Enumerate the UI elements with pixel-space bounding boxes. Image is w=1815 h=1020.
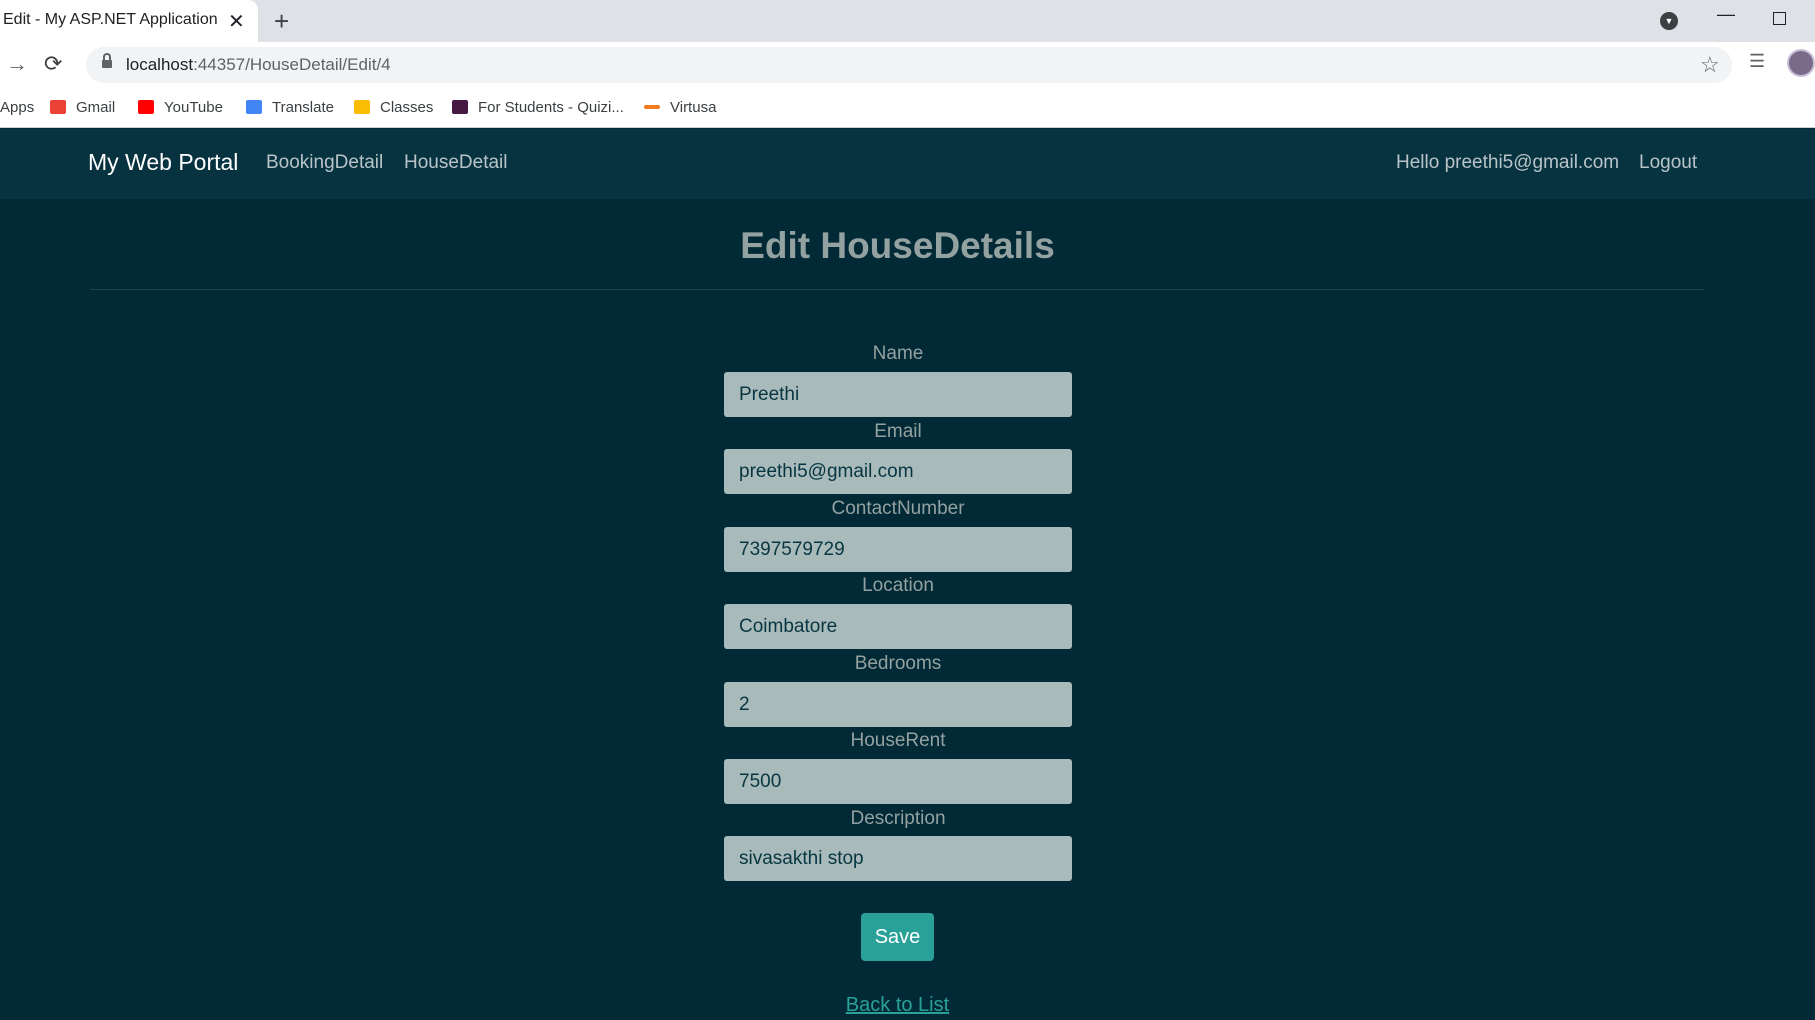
back-to-list-link[interactable]: Back to List bbox=[0, 994, 1795, 1017]
bookmark-virtusa[interactable]: Virtusa bbox=[644, 96, 716, 118]
bookmark-label: For Students - Quizi... bbox=[478, 98, 624, 116]
bookmark-quizizz[interactable]: For Students - Quizi... bbox=[452, 96, 624, 118]
bookmark-translate[interactable]: Translate bbox=[246, 96, 334, 118]
lock-icon bbox=[102, 53, 112, 70]
youtube-icon bbox=[138, 100, 154, 114]
nav-link-bookingdetail[interactable]: BookingDetail bbox=[266, 152, 383, 174]
name-label: Name bbox=[872, 343, 924, 364]
bookmark-star-icon[interactable]: ☆ bbox=[1700, 52, 1720, 78]
restore-icon[interactable] bbox=[1773, 12, 1786, 25]
reload-icon[interactable]: ⟳ bbox=[44, 51, 62, 77]
description-label: Description bbox=[850, 808, 946, 829]
classes-icon bbox=[354, 100, 370, 114]
bedrooms-label: Bedrooms bbox=[854, 653, 942, 674]
url-text: localhost:44357/HouseDetail/Edit/4 bbox=[126, 55, 391, 75]
site-navbar: My Web Portal BookingDetail HouseDetail … bbox=[0, 129, 1815, 199]
houserent-input[interactable] bbox=[724, 759, 1072, 804]
address-bar[interactable]: localhost:44357/HouseDetail/Edit/4 ☆ bbox=[86, 47, 1732, 83]
browser-tab[interactable]: Edit - My ASP.NET Application ✕ bbox=[0, 0, 258, 42]
new-tab-icon[interactable]: + bbox=[274, 6, 289, 37]
bookmark-apps[interactable]: Apps bbox=[0, 96, 34, 118]
divider bbox=[90, 289, 1704, 290]
email-input[interactable] bbox=[724, 449, 1072, 494]
description-input[interactable] bbox=[724, 836, 1072, 881]
minimize-icon[interactable]: — bbox=[1717, 4, 1735, 25]
bookmark-label: Apps bbox=[0, 98, 35, 116]
browser-toolbar: → ⟳ localhost:44357/HouseDetail/Edit/4 ☆… bbox=[0, 42, 1815, 88]
bookmark-label: Virtusa bbox=[670, 98, 717, 116]
bookmarks-bar: Apps Gmail YouTube Translate Classes For… bbox=[0, 88, 1815, 128]
contactnumber-input[interactable] bbox=[724, 527, 1072, 572]
name-input[interactable] bbox=[724, 372, 1072, 417]
profile-avatar[interactable] bbox=[1787, 49, 1815, 77]
bookmark-label: Translate bbox=[272, 98, 334, 116]
location-label: Location bbox=[862, 575, 934, 596]
tab-title: Edit - My ASP.NET Application bbox=[3, 11, 218, 28]
contactnumber-label: ContactNumber bbox=[831, 498, 965, 519]
virtusa-icon bbox=[644, 105, 660, 109]
translate-icon bbox=[246, 100, 262, 114]
bedrooms-input[interactable] bbox=[724, 682, 1072, 727]
browser-tab-bar: Edit - My ASP.NET Application ✕ + ▼ — bbox=[0, 0, 1815, 42]
email-label: Email bbox=[874, 421, 922, 442]
tab-search-icon[interactable]: ▼ bbox=[1660, 12, 1678, 30]
url-path: :44357/HouseDetail/Edit/4 bbox=[193, 55, 391, 74]
forward-icon[interactable]: → bbox=[6, 51, 28, 77]
nav-link-housedetail[interactable]: HouseDetail bbox=[404, 152, 508, 174]
logout-link[interactable]: Logout bbox=[1639, 152, 1697, 174]
bookmark-label: Classes bbox=[380, 98, 434, 116]
user-greeting-link[interactable]: Hello preethi5@gmail.com bbox=[1396, 152, 1619, 174]
brand-link[interactable]: My Web Portal bbox=[88, 149, 238, 176]
quizizz-icon bbox=[452, 100, 468, 114]
houserent-label: HouseRent bbox=[850, 730, 946, 751]
bookmark-youtube[interactable]: YouTube bbox=[138, 96, 223, 118]
gmail-icon bbox=[50, 100, 66, 114]
bookmark-label: YouTube bbox=[164, 98, 223, 116]
bookmark-classes[interactable]: Classes bbox=[354, 96, 433, 118]
location-input[interactable] bbox=[724, 604, 1072, 649]
bookmark-label: Gmail bbox=[76, 98, 116, 116]
reading-list-icon[interactable]: ☰ bbox=[1749, 51, 1765, 72]
save-button[interactable]: Save bbox=[861, 913, 934, 961]
close-icon[interactable]: ✕ bbox=[228, 9, 245, 34]
url-host: localhost bbox=[126, 55, 194, 74]
page-title: Edit HouseDetails bbox=[740, 225, 1055, 266]
bookmark-gmail[interactable]: Gmail bbox=[50, 96, 115, 118]
